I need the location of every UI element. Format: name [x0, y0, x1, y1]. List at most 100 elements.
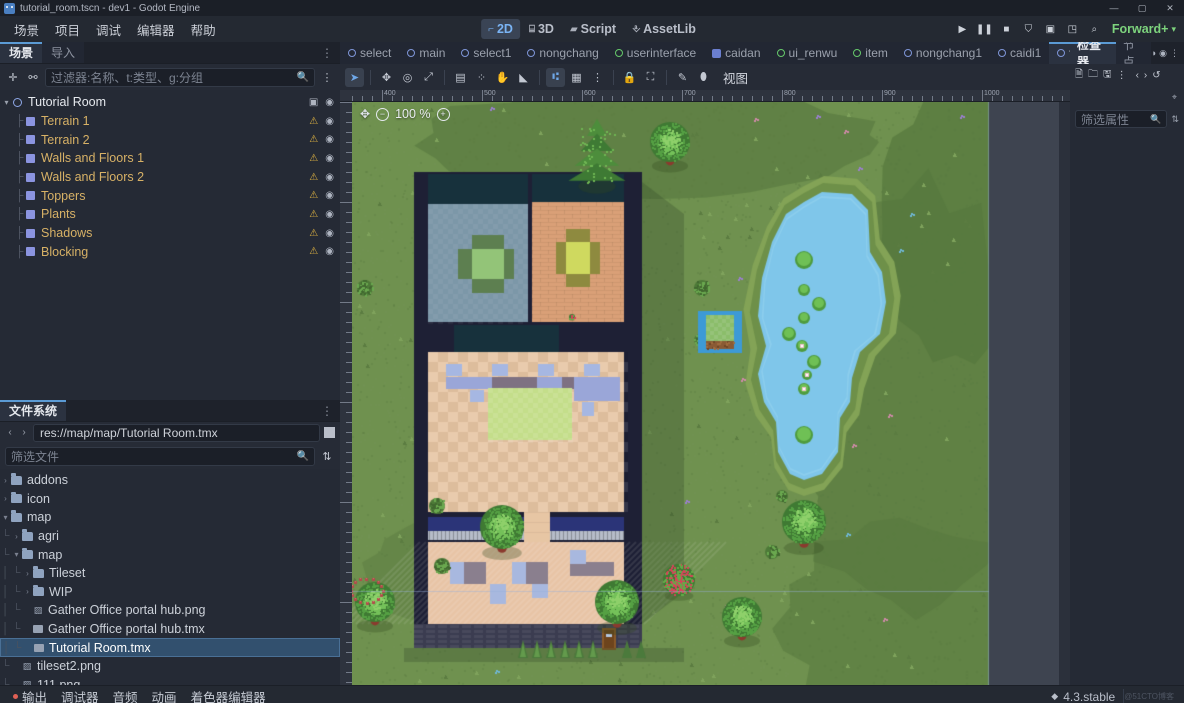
window-controls[interactable]: — ▢ ✕	[1100, 0, 1184, 16]
overflow-icon[interactable]: ⋮	[1170, 48, 1179, 59]
warning-icon[interactable]: ⚠	[309, 246, 318, 257]
bottom-tab-debugger[interactable]: 调试器	[54, 685, 106, 703]
scene-tab-userinterface[interactable]: userinterface	[606, 42, 705, 64]
renderer-selector[interactable]: Forward+ ▾	[1112, 22, 1180, 36]
visibility-icon[interactable]: ◉	[325, 116, 334, 127]
tab-inspector[interactable]: 检查器	[1070, 38, 1116, 69]
scene-tree-item-shadows[interactable]: ├ Shadows ⚠ ◉	[0, 224, 340, 243]
tab-import[interactable]: 导入	[42, 42, 85, 63]
filesystem-row[interactable]: › icon	[0, 490, 340, 509]
scene-tree-item-walls-and-floors-1[interactable]: ├ Walls and Floors 1 ⚠ ◉	[0, 149, 340, 168]
viewport-vertical-scrollbar[interactable]	[1059, 102, 1070, 685]
warning-icon[interactable]: ⚠	[309, 134, 318, 145]
bottom-tab-output[interactable]: 输出	[6, 685, 54, 703]
history-prev-icon[interactable]: ◑	[1151, 48, 1156, 58]
scene-tree-item-walls-and-floors-2[interactable]: ├ Walls and Floors 2 ⚠ ◉	[0, 168, 340, 187]
zoom-out-button[interactable]: −	[376, 107, 390, 121]
scene-tab-select1[interactable]: select1	[453, 42, 520, 64]
visibility-icon[interactable]: ◉	[325, 134, 334, 145]
chevron-right-icon[interactable]: ›	[0, 476, 11, 485]
visibility-icon[interactable]: ◉	[325, 190, 334, 201]
visibility-icon[interactable]: ◉	[325, 172, 334, 183]
bone-icon[interactable]: ⬮	[694, 68, 713, 87]
chevron-down-icon[interactable]: ▾	[0, 98, 13, 107]
snap-options-icon[interactable]: ⋮	[588, 68, 607, 87]
filesystem-row[interactable]: ▾ map	[0, 508, 340, 527]
filesystem-row[interactable]: └ ▨ tileset2.png	[0, 657, 340, 676]
filesystem-file-list[interactable]: › addons › icon ▾ map └ › agri └ ▾ map │ └ › Tileset │ └ ›…	[0, 469, 340, 685]
move-tool-icon[interactable]: ✥	[377, 68, 396, 87]
sort-icon[interactable]: ⇅	[1171, 114, 1179, 125]
filesystem-row[interactable]: │ └ ▨ Gather Office portal hub.png	[0, 601, 340, 620]
visibility-icon[interactable]: ◉	[325, 209, 334, 220]
scene-canvas[interactable]	[352, 102, 1070, 685]
save-resource-icon[interactable]: 🖫	[1103, 67, 1112, 84]
pan-tool-icon[interactable]: ✋	[493, 68, 512, 87]
tab-node[interactable]: 节点	[1115, 38, 1151, 69]
filesystem-row[interactable]: └ ▨ 111.png	[0, 676, 340, 685]
filesystem-menu-icon[interactable]: ⋮	[314, 400, 340, 421]
mode-tab-3d[interactable]: ⌸ 3D	[522, 19, 561, 39]
open-resource-icon[interactable]: 🗀	[1088, 67, 1098, 84]
chevron-right-icon[interactable]: ›	[22, 587, 33, 596]
scene-filter-input[interactable]: 过滤器:名称、t:类型、g:分组 🔍	[45, 67, 315, 87]
play-scene-icon[interactable]: ⛉	[1018, 19, 1039, 40]
menu-scene[interactable]: 场景	[6, 17, 47, 42]
script-attach-icon[interactable]: ▣	[309, 97, 318, 108]
version-status[interactable]: ◆ 4.3.stable	[1051, 690, 1123, 703]
scene-tab-tutorial_room[interactable]: tutorial_room✕	[1049, 42, 1070, 64]
ruler-tool-icon[interactable]: ◣	[514, 68, 533, 87]
scene-tab-select[interactable]: select	[340, 42, 400, 64]
filesystem-row[interactable]: │ └ Gather Office portal hub.tmx	[0, 620, 340, 639]
bottom-tab-audio[interactable]: 音频	[106, 685, 145, 703]
toggle-split-icon[interactable]	[324, 427, 335, 438]
nav-forward-icon[interactable]: ›	[19, 427, 29, 438]
scene-tree[interactable]: ▾ Tutorial Room ▣ ◉ ├ Terrain 1 ⚠ ◉ ├ Terrain 2 ⚠ ◉…	[0, 90, 340, 400]
sort-icon[interactable]: ⇅	[319, 448, 335, 464]
object-id-icon[interactable]: ⌖	[1172, 92, 1177, 103]
scene-tree-item-terrain-2[interactable]: ├ Terrain 2 ⚠ ◉	[0, 130, 340, 149]
grid-snap-icon[interactable]: ▦	[567, 68, 586, 87]
new-resource-icon[interactable]: 🗎	[1075, 67, 1083, 84]
warning-icon[interactable]: ⚠	[309, 116, 318, 127]
warning-icon[interactable]: ⚠	[309, 153, 318, 164]
inspector-filter-input[interactable]: 筛选属性 🔍	[1075, 110, 1168, 128]
back-icon[interactable]: ‹	[1136, 70, 1139, 81]
history-icon[interactable]: ↺	[1152, 70, 1160, 81]
chevron-right-icon[interactable]: ›	[22, 569, 33, 578]
filesystem-row[interactable]: │ └ › WIP	[0, 583, 340, 602]
warning-icon[interactable]: ⚠	[309, 228, 318, 239]
scale-tool-icon[interactable]: ⤢	[419, 68, 438, 87]
link-node-icon[interactable]: ⚯	[25, 69, 41, 85]
lock-icon[interactable]: 🔒	[620, 68, 639, 87]
scene-panel-menu-icon[interactable]: ⋮	[314, 42, 340, 63]
play-custom-icon[interactable]: ◳	[1062, 19, 1083, 40]
filesystem-row-selected[interactable]: │ └ Tutorial Room.tmx	[0, 638, 340, 657]
play-icon[interactable]: ▶	[952, 19, 973, 40]
pivot-icon[interactable]: ⁘	[472, 68, 491, 87]
chevron-right-icon[interactable]: ›	[0, 494, 11, 503]
scene-tab-nongchang1[interactable]: nongchang1	[895, 42, 990, 64]
pan-center-icon[interactable]: ✥	[360, 107, 370, 121]
scene-tree-item-tutorial-room[interactable]: ▾ Tutorial Room ▣ ◉	[0, 93, 340, 112]
warning-icon[interactable]: ⚠	[309, 209, 318, 220]
minimize-button[interactable]: —	[1100, 0, 1128, 16]
scene-tab-caidi1[interactable]: caidi1	[990, 42, 1050, 64]
pause-icon[interactable]: ❚❚	[974, 19, 995, 40]
remote-debug-icon[interactable]: ⌕	[1084, 19, 1105, 40]
menu-help[interactable]: 帮助	[183, 17, 224, 42]
scene-tree-item-plants[interactable]: ├ Plants ⚠ ◉	[0, 205, 340, 224]
filesystem-filter-input[interactable]: 筛选文件 🔍	[5, 446, 315, 466]
mode-tab-assetlib[interactable]: ⎀ AssetLib	[625, 19, 703, 39]
zoom-in-button[interactable]: +	[436, 107, 450, 121]
scene-tree-menu-icon[interactable]: ⋮	[319, 69, 335, 85]
visibility-icon[interactable]: ◉	[325, 246, 334, 257]
filesystem-row[interactable]: › addons	[0, 471, 340, 490]
scene-tab-ui_renwu[interactable]: ui_renwu	[768, 42, 846, 64]
scene-tree-item-toppers[interactable]: ├ Toppers ⚠ ◉	[0, 186, 340, 205]
bottom-tab-shader-editor[interactable]: 着色器编辑器	[184, 685, 273, 703]
scene-tab-main[interactable]: main	[399, 42, 454, 64]
chevron-down-icon[interactable]: ▾	[11, 550, 22, 559]
movie-icon[interactable]: ▣	[1040, 19, 1061, 40]
scene-tab-item[interactable]: item	[845, 42, 896, 64]
